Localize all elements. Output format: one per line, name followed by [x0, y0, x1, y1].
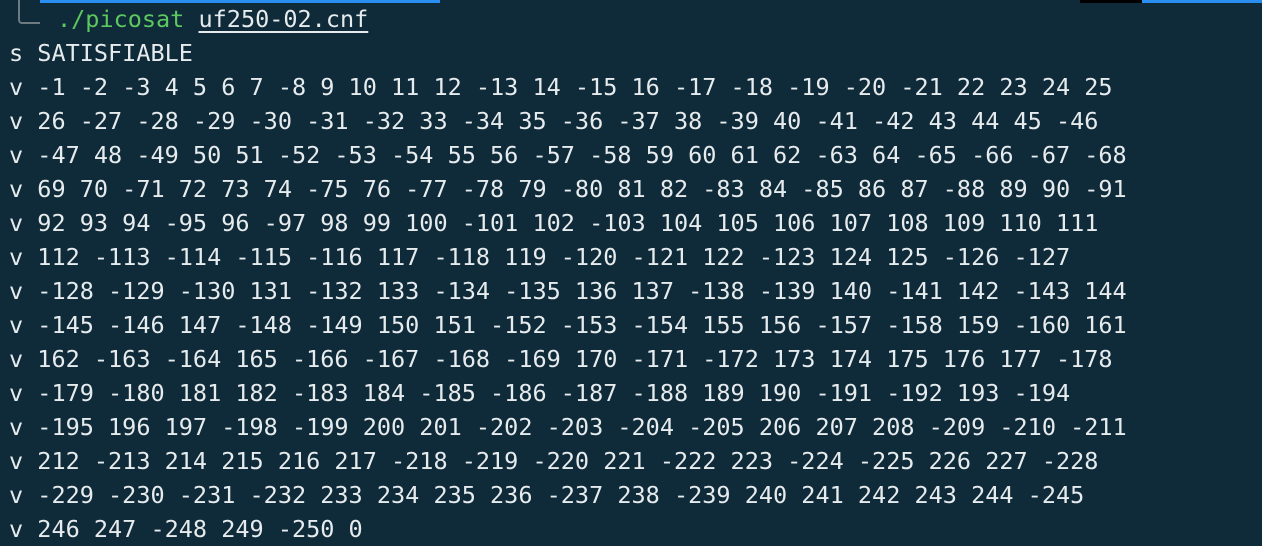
output-line: v 212 -213 214 215 216 217 -218 -219 -22…	[9, 447, 1099, 475]
output-line: v -179 -180 181 182 -183 184 -185 -186 -…	[9, 379, 1071, 407]
output-line: v 246 247 -248 249 -250 0	[9, 515, 363, 543]
command-argument[interactable]: uf250-02.cnf	[199, 5, 369, 33]
output-line: v 69 70 -71 72 73 74 -75 76 -77 -78 79 -…	[9, 175, 1127, 203]
output-line: v -229 -230 -231 -232 233 234 235 236 -2…	[9, 481, 1085, 509]
output-line: v -47 48 -49 50 51 -52 -53 -54 55 56 -57…	[9, 141, 1127, 169]
output-line: v -145 -146 147 -148 -149 150 151 -152 -…	[9, 311, 1127, 339]
output-line: v 112 -113 -114 -115 -116 117 -118 119 -…	[9, 243, 1071, 271]
solver-output: s SATISFIABLE v -1 -2 -3 4 5 6 7 -8 9 10…	[9, 36, 1127, 546]
prompt-command: ./picosat uf250-02.cnf	[57, 2, 368, 36]
output-line: v -195 196 197 -198 -199 200 201 -202 -2…	[9, 413, 1127, 441]
output-line: s SATISFIABLE	[9, 39, 193, 67]
output-line: v -1 -2 -3 4 5 6 7 -8 9 10 11 12 -13 14 …	[9, 73, 1113, 101]
output-line: v 26 -27 -28 -29 -30 -31 -32 33 -34 35 -…	[9, 107, 1099, 135]
output-line: v -128 -129 -130 131 -132 133 -134 -135 …	[9, 277, 1127, 305]
terminal-window[interactable]: ./picosat uf250-02.cnf s SATISFIABLE v -…	[0, 0, 1262, 546]
output-line: v 92 93 94 -95 96 -97 98 99 100 -101 102…	[9, 209, 1099, 237]
command-name: ./picosat	[57, 5, 185, 33]
prompt-connector-icon	[18, 0, 40, 24]
prompt-line: ./picosat uf250-02.cnf	[0, 0, 1262, 36]
output-line: v 162 -163 -164 165 -166 -167 -168 -169 …	[9, 345, 1113, 373]
